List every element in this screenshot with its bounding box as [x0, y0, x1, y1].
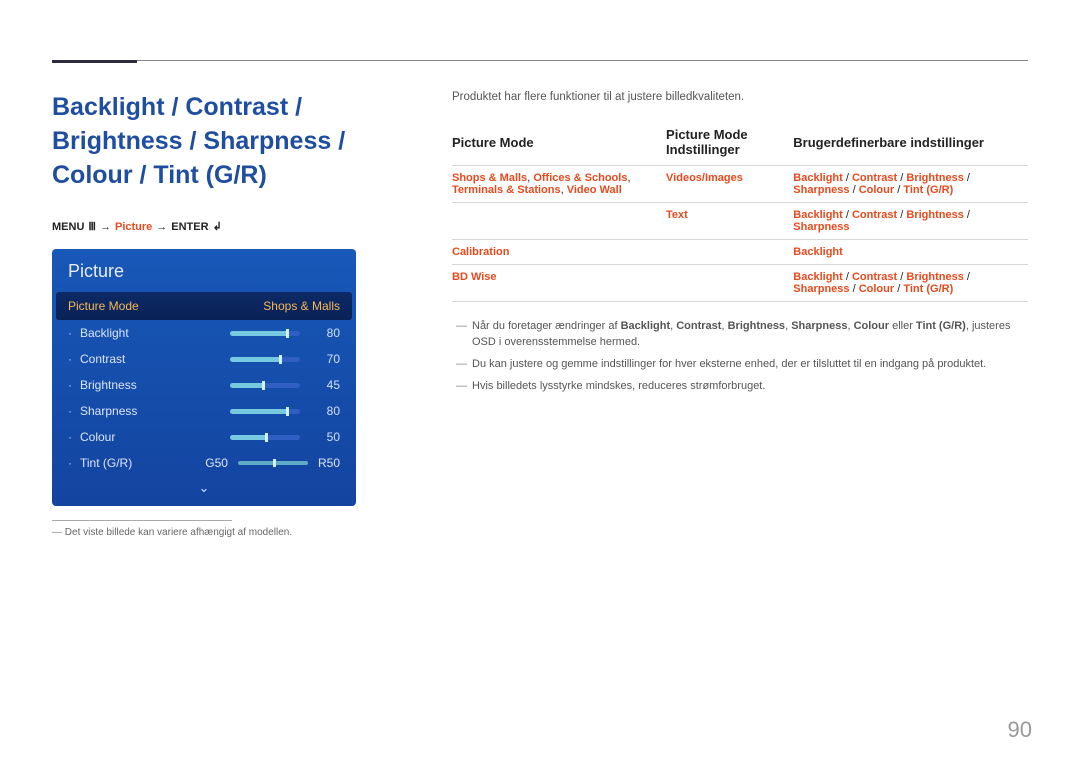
slider[interactable]: [230, 383, 300, 388]
breadcrumb-picture: Picture: [115, 221, 152, 233]
osd-row-label: Colour: [80, 430, 230, 444]
osd-row-label: Sharpness: [80, 404, 230, 418]
breadcrumb-menu: MENU: [52, 221, 84, 233]
top-divider: [52, 60, 1028, 61]
osd-row-value: 80: [316, 326, 340, 340]
osd-picture-mode-label: Picture Mode: [68, 299, 139, 313]
osd-tint-row[interactable]: ·Tint (G/R) G50 R50: [52, 450, 356, 476]
osd-row-value: 50: [316, 430, 340, 444]
table-header-2: Picture Mode Indstillinger: [666, 121, 793, 166]
osd-sharpness-row[interactable]: ·Sharpness 80: [52, 398, 356, 424]
table-header-3: Brugerdefinerbare indstillinger: [793, 121, 1028, 166]
osd-row-label: Backlight: [80, 326, 230, 340]
slider[interactable]: [230, 435, 300, 440]
osd-row-value: 70: [316, 352, 340, 366]
osd-row-label: Contrast: [80, 352, 230, 366]
left-footnote: Det viste billede kan variere afhængigt …: [52, 527, 412, 538]
osd-panel: Picture Picture Mode Shops & Malls ·Back…: [52, 249, 356, 506]
osd-row-label: Brightness: [80, 378, 230, 392]
intro-text: Produktet har flere funktioner til at ju…: [452, 91, 1028, 103]
page-number: 90: [1008, 717, 1032, 743]
table-row: BD WiseBacklight / Contrast / Brightness…: [452, 265, 1028, 302]
osd-picture-mode-row[interactable]: Picture Mode Shops & Malls: [56, 292, 352, 320]
osd-colour-row[interactable]: ·Colour 50: [52, 424, 356, 450]
osd-brightness-row[interactable]: ·Brightness 45: [52, 372, 356, 398]
osd-row-value: 80: [316, 404, 340, 418]
tint-slider[interactable]: [238, 461, 308, 465]
table-row: Shops & Malls, Offices & Schools, Termin…: [452, 166, 1028, 203]
note-3: Hvis billedets lysstyrke mindskes, reduc…: [452, 376, 1028, 398]
slider[interactable]: [230, 409, 300, 414]
menu-icon: Ⅲ: [88, 220, 96, 233]
slider[interactable]: [230, 357, 300, 362]
osd-row-value: 45: [316, 378, 340, 392]
breadcrumb-arrow: →: [156, 221, 167, 233]
tint-g-value: G50: [205, 456, 228, 470]
osd-contrast-row[interactable]: ·Contrast 70: [52, 346, 356, 372]
osd-row-label: Tint (G/R): [80, 456, 205, 470]
page-title: Backlight / Contrast / Brightness / Shar…: [52, 91, 412, 192]
osd-header: Picture: [52, 249, 356, 292]
tint-r-value: R50: [318, 456, 340, 470]
breadcrumb: MENU Ⅲ → Picture → ENTER ↲: [52, 220, 412, 233]
left-column: Backlight / Contrast / Brightness / Shar…: [52, 91, 412, 538]
breadcrumb-enter: ENTER: [171, 221, 208, 233]
note-1: Når du foretager ændringer af Backlight,…: [452, 316, 1028, 354]
slider[interactable]: [230, 331, 300, 336]
note-2: Du kan justere og gemme indstillinger fo…: [452, 354, 1028, 376]
enter-icon: ↲: [213, 220, 222, 233]
table-header-1: Picture Mode: [452, 121, 666, 166]
table-row: TextBacklight / Contrast / Brightness / …: [452, 203, 1028, 240]
right-column: Produktet har flere funktioner til at ju…: [452, 91, 1028, 538]
chevron-down-icon[interactable]: ⌄: [52, 476, 356, 496]
osd-picture-mode-value: Shops & Malls: [263, 299, 340, 313]
table-row: CalibrationBacklight: [452, 240, 1028, 265]
picture-mode-table: Picture Mode Picture Mode Indstillinger …: [452, 121, 1028, 302]
notes-block: Når du foretager ændringer af Backlight,…: [452, 316, 1028, 398]
footnote-divider: [52, 520, 232, 521]
breadcrumb-arrow: →: [100, 221, 111, 233]
osd-backlight-row[interactable]: ·Backlight 80: [52, 320, 356, 346]
